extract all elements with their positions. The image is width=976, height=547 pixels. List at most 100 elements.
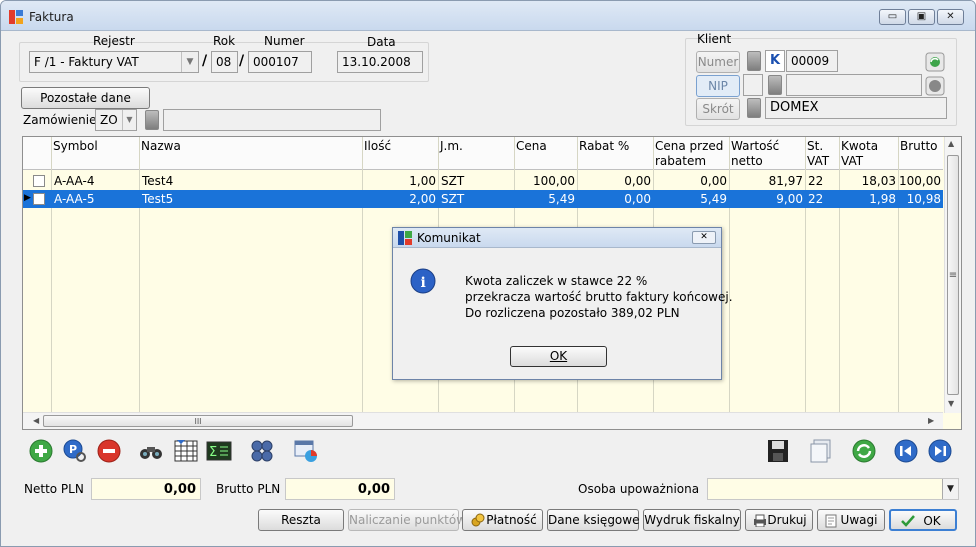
data-label: Data bbox=[367, 35, 396, 49]
cell-nazwa: Test5 bbox=[142, 192, 174, 206]
settings-gears-icon[interactable] bbox=[249, 438, 275, 464]
col-nazwa[interactable]: Nazwa bbox=[141, 139, 181, 154]
horizontal-scrollbar[interactable]: ◀ III ▶ bbox=[23, 412, 943, 429]
copy-documents-icon[interactable] bbox=[808, 438, 834, 464]
add-icon[interactable] bbox=[28, 438, 54, 464]
brutto-label: Brutto PLN bbox=[216, 482, 281, 496]
row-checkbox[interactable] bbox=[33, 193, 45, 205]
scroll-left-icon[interactable]: ◀ bbox=[33, 416, 39, 425]
platnosc-button[interactable]: Płatność bbox=[462, 509, 543, 531]
drukuj-label: Drukuj bbox=[767, 513, 807, 527]
restore-button[interactable]: ▣ bbox=[908, 9, 935, 25]
table-row[interactable]: A-AA-4 Test4 1,00 SZT 100,00 0,00 0,00 8… bbox=[23, 172, 943, 190]
cell-ilosc: 1,00 bbox=[409, 174, 436, 188]
col-brutto[interactable]: Brutto bbox=[900, 139, 938, 154]
dialog-app-icon bbox=[398, 231, 412, 245]
cell-netto: 9,00 bbox=[776, 192, 803, 206]
numer-button[interactable]: Numer bbox=[696, 51, 740, 73]
delete-icon[interactable] bbox=[96, 438, 122, 464]
osoba-upowazniona-select[interactable]: ▼ bbox=[707, 478, 959, 500]
zamowienie-select[interactable]: ZO ▼ bbox=[95, 109, 137, 131]
rejestr-select[interactable]: F /1 - Faktury VAT ▼ bbox=[29, 51, 199, 73]
col-jm[interactable]: J.m. bbox=[440, 139, 463, 154]
ok-label: OK bbox=[923, 514, 941, 528]
col-wartosc-netto[interactable]: Wartość netto bbox=[731, 139, 779, 169]
chevron-down-icon[interactable]: ▼ bbox=[181, 52, 198, 72]
col-st-vat[interactable]: St. VAT bbox=[807, 139, 829, 169]
chevron-down-icon[interactable]: ▼ bbox=[942, 479, 958, 499]
naliczanie-punktow-button[interactable]: Naliczanie punktów bbox=[348, 509, 466, 531]
dane-ksiegowe-button[interactable]: Dane księgowe bbox=[547, 509, 639, 531]
scroll-right-icon[interactable]: ▶ bbox=[928, 416, 934, 425]
reszta-button[interactable]: Reszta bbox=[258, 509, 344, 531]
ok-button[interactable]: OK bbox=[889, 509, 957, 531]
edit-search-icon[interactable]: P bbox=[62, 438, 88, 464]
col-label: St. bbox=[807, 139, 824, 153]
nip-button[interactable]: NIP bbox=[696, 75, 740, 97]
chevron-down-icon[interactable]: ▼ bbox=[122, 110, 136, 130]
uwagi-button[interactable]: Uwagi bbox=[817, 509, 885, 531]
window-chart-icon[interactable] bbox=[293, 438, 319, 464]
cell-netto: 81,97 bbox=[768, 174, 803, 188]
klient-numer-field[interactable]: 00009 bbox=[786, 50, 838, 72]
close-button[interactable]: ✕ bbox=[937, 9, 964, 25]
dialog-close-button[interactable]: ✕ bbox=[692, 231, 716, 244]
refresh-icon[interactable] bbox=[851, 438, 877, 464]
binoculars-icon[interactable] bbox=[138, 438, 164, 464]
minimize-button[interactable]: ▭ bbox=[879, 9, 906, 25]
col-ilosc[interactable]: Ilość bbox=[364, 139, 391, 154]
cell-symbol: A-AA-4 bbox=[54, 174, 95, 188]
col-cena[interactable]: Cena bbox=[516, 139, 547, 154]
horizontal-scroll-thumb[interactable]: III bbox=[43, 415, 353, 427]
zamowienie-label: Zamówienie bbox=[23, 113, 97, 127]
sum-icon[interactable]: Σ bbox=[206, 438, 232, 464]
wydruk-fiskalny-button[interactable]: Wydruk fiskalny bbox=[643, 509, 741, 531]
numer-field[interactable]: 000107 bbox=[248, 51, 312, 73]
lookup-icon[interactable] bbox=[747, 98, 761, 118]
col-cena-przed[interactable]: Cena przed rabatem bbox=[655, 139, 723, 169]
zamowienie-value: ZO bbox=[100, 113, 118, 127]
vertical-scrollbar[interactable]: ▲ ≡ ▼ bbox=[944, 137, 961, 413]
vertical-scroll-thumb[interactable]: ≡ bbox=[947, 155, 959, 395]
rejestr-label: Rejestr bbox=[93, 34, 135, 48]
previous-record-icon[interactable] bbox=[893, 438, 919, 464]
col-rabat[interactable]: Rabat % bbox=[579, 139, 629, 154]
cell-cena-przed: 0,00 bbox=[700, 174, 727, 188]
drukuj-button[interactable]: Drukuj bbox=[745, 509, 813, 531]
cell-ilosc: 2,00 bbox=[409, 192, 436, 206]
dialog-ok-button[interactable]: OK bbox=[510, 346, 607, 367]
klient-label: Klient bbox=[697, 32, 732, 46]
lookup-icon[interactable] bbox=[747, 51, 761, 71]
cell-jm: SZT bbox=[441, 192, 465, 206]
col-kwota-vat[interactable]: Kwota VAT bbox=[841, 139, 878, 169]
col-label: Brutto bbox=[900, 139, 938, 153]
pozostale-dane-button[interactable]: Pozostałe dane bbox=[21, 87, 150, 109]
table-row[interactable]: ▶ A-AA-5 Test5 2,00 SZT 5,49 0,00 5,49 9… bbox=[23, 190, 943, 208]
refresh-client-icon[interactable] bbox=[925, 52, 945, 72]
nip-field[interactable] bbox=[786, 74, 922, 96]
skrot-field[interactable]: DOMEX bbox=[765, 97, 947, 119]
col-symbol[interactable]: Symbol bbox=[53, 139, 98, 154]
row-checkbox[interactable] bbox=[33, 175, 45, 187]
komunikat-dialog: Komunikat ✕ i Kwota zaliczek w stawce 22… bbox=[392, 227, 733, 380]
lookup-icon[interactable] bbox=[145, 110, 159, 130]
save-icon[interactable] bbox=[765, 438, 791, 464]
window-title: Faktura bbox=[29, 10, 74, 24]
next-record-icon[interactable] bbox=[927, 438, 953, 464]
globe-icon[interactable] bbox=[925, 76, 945, 96]
rok-field[interactable]: 08 bbox=[211, 51, 238, 73]
table-view-icon[interactable] bbox=[173, 438, 199, 464]
lookup-icon[interactable] bbox=[768, 75, 782, 95]
scroll-up-icon[interactable]: ▲ bbox=[948, 139, 954, 148]
dialog-title-bar[interactable]: Komunikat ✕ bbox=[393, 228, 721, 248]
nip-prefix-field[interactable] bbox=[743, 74, 763, 96]
title-bar[interactable]: Faktura ▭ ▣ ✕ bbox=[1, 1, 975, 31]
scroll-down-icon[interactable]: ▼ bbox=[948, 399, 954, 408]
svg-text:P: P bbox=[69, 443, 77, 456]
skrot-button[interactable]: Skrót bbox=[696, 98, 740, 120]
dialog-message-line2: przekracza wartość brutto faktury końcow… bbox=[465, 290, 733, 304]
col-label: Rabat % bbox=[579, 139, 630, 153]
klient-type-field[interactable]: K bbox=[765, 50, 785, 72]
col-label-2: VAT bbox=[807, 154, 830, 168]
data-field[interactable]: 13.10.2008 bbox=[337, 51, 423, 73]
